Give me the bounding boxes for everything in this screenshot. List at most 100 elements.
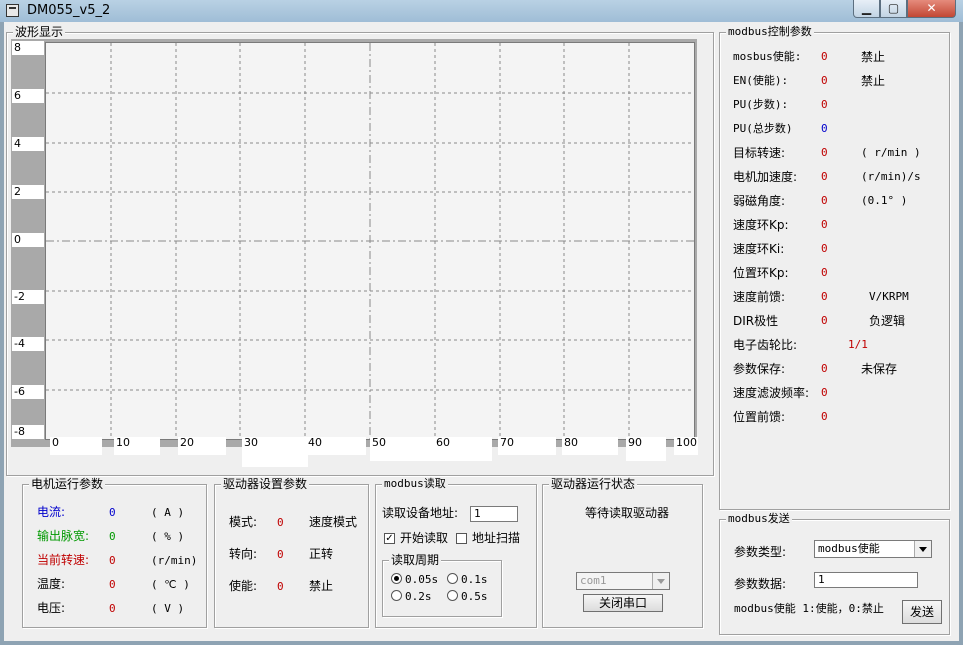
x-tick: 80 — [562, 437, 618, 455]
dir-polarity-value: 0 — [821, 314, 828, 327]
send-button[interactable]: 发送 — [902, 600, 942, 624]
temperature-unit: ( ℃ ) — [151, 578, 190, 591]
speed-ki-label: 速度环Ki: — [733, 242, 785, 256]
minimize-button[interactable]: ▁ — [853, 0, 880, 18]
mode-label: 模式: — [229, 515, 258, 529]
app-icon — [6, 4, 19, 17]
read-period-group: 读取周期 0.05s 0.1s 0.2s 0.5s — [382, 553, 502, 617]
modbus-control-legend: modbus控制参数 — [726, 25, 814, 39]
en-value: 0 — [821, 74, 828, 87]
close-button[interactable]: ✕ — [907, 0, 956, 18]
pu-total-steps-label: PU(总步数) — [733, 122, 793, 135]
y-tick: -6 — [12, 385, 44, 399]
speed-ki-value: 0 — [821, 242, 828, 255]
driver-status-group: 驱动器运行状态 等待读取驱动器 com1 关闭串口 — [542, 477, 703, 628]
flux-angle-unit: (0.1° ) — [861, 194, 908, 207]
param-data-input[interactable]: 1 — [814, 572, 918, 588]
speed-feedforward-value: 0 — [821, 290, 828, 303]
pu-total-steps-value: 0 — [821, 122, 828, 135]
period-radio-0-5s[interactable] — [447, 590, 458, 601]
pulse-width-label: 输出脉宽: — [37, 529, 90, 543]
pu-steps-value: 0 — [821, 98, 828, 111]
mode-value: 0 — [277, 516, 284, 529]
voltage-unit: ( V ) — [151, 602, 185, 615]
driver-settings-group: 驱动器设置参数 模式: 0 速度模式 转向: 0 正转 使能: 0 禁止 — [214, 477, 369, 628]
dir-polarity-desc: 负逻辑 — [869, 314, 906, 328]
direction-desc: 正转 — [309, 547, 334, 561]
position-feedforward-label: 位置前馈: — [733, 410, 786, 424]
param-type-select[interactable]: modbus使能 — [814, 540, 932, 558]
close-port-button[interactable]: 关闭串口 — [583, 594, 663, 612]
motor-params-legend: 电机运行参数 — [29, 477, 106, 491]
x-tick: 0 — [50, 437, 102, 455]
x-tick: 10 — [114, 437, 160, 455]
modbus-read-group: modbus读取 读取设备地址: 1 ✓ 开始读取 地址扫描 读取周期 0.05… — [375, 477, 537, 628]
minimize-icon: ▁ — [861, 1, 872, 15]
target-speed-label: 目标转速: — [733, 146, 786, 160]
current-value: 0 — [109, 506, 116, 519]
y-tick: 8 — [12, 41, 44, 55]
temperature-label: 温度: — [37, 577, 66, 591]
param-save-label: 参数保存: — [733, 362, 786, 376]
address-scan-checkbox[interactable] — [456, 533, 467, 544]
param-type-value: modbus使能 — [818, 542, 880, 555]
x-tick: 20 — [178, 437, 226, 455]
param-save-value: 0 — [821, 362, 828, 375]
current-label: 电流: — [37, 505, 66, 519]
start-read-label: 开始读取 — [400, 531, 449, 545]
period-radio-0-2s[interactable] — [391, 590, 402, 601]
period-label-0-1s: 0.1s — [461, 573, 488, 586]
flux-angle-value: 0 — [821, 194, 828, 207]
pulse-width-value: 0 — [109, 530, 116, 543]
waveform-grid — [46, 43, 694, 439]
acceleration-label: 电机加速度: — [733, 170, 798, 184]
temperature-value: 0 — [109, 578, 116, 591]
speed-feedforward-unit: V/KRPM — [869, 290, 909, 303]
target-speed-value: 0 — [821, 146, 828, 159]
chevron-down-icon — [652, 573, 669, 589]
acceleration-value: 0 — [821, 170, 828, 183]
client-area: 波形显示 8 6 4 2 0 -2 -4 -6 -8 0 10 20 30 40… — [4, 22, 959, 641]
driver-settings-legend: 驱动器设置参数 — [221, 477, 310, 491]
device-address-label: 读取设备地址: — [382, 506, 459, 520]
dir-polarity-label: DIR极性 — [733, 314, 779, 328]
voltage-value: 0 — [109, 602, 116, 615]
speed-kp-value: 0 — [821, 218, 828, 231]
target-speed-unit: ( r/min ) — [861, 146, 921, 159]
speed-value: 0 — [109, 554, 116, 567]
gear-ratio-label: 电子齿轮比: — [733, 338, 798, 352]
direction-label: 转向: — [229, 547, 258, 561]
y-tick: -8 — [12, 425, 44, 439]
waveform-legend: 波形显示 — [13, 25, 66, 39]
y-tick: 2 — [12, 185, 44, 199]
y-tick: 0 — [12, 233, 44, 247]
speed-filter-value: 0 — [821, 386, 828, 399]
mosbus-enable-value: 0 — [821, 50, 828, 63]
device-address-input[interactable]: 1 — [470, 506, 518, 522]
driver-status-text: 等待读取驱动器 — [585, 506, 670, 520]
maximize-button[interactable]: ▢ — [880, 0, 907, 18]
position-kp-value: 0 — [821, 266, 828, 279]
flux-angle-label: 弱磁角度: — [733, 194, 786, 208]
acceleration-unit: (r/min)/s — [861, 170, 921, 183]
start-read-checkbox[interactable]: ✓ — [384, 533, 395, 544]
x-tick: 30 — [242, 437, 308, 467]
close-icon: ✕ — [926, 1, 937, 15]
en-label: EN(使能): — [733, 74, 789, 87]
speed-label: 当前转速: — [37, 553, 90, 567]
maximize-icon: ▢ — [887, 1, 900, 15]
y-tick: -2 — [12, 290, 44, 304]
x-tick: 40 — [306, 437, 366, 455]
serial-port-select[interactable]: com1 — [576, 572, 670, 590]
period-radio-0-05s[interactable] — [391, 573, 402, 584]
window-title: DM055_v5_2 — [27, 3, 111, 18]
mosbus-enable-desc: 禁止 — [861, 50, 886, 64]
param-save-desc: 未保存 — [861, 362, 898, 376]
current-unit: ( A ) — [151, 506, 185, 519]
speed-feedforward-label: 速度前馈: — [733, 290, 786, 304]
speed-filter-label: 速度滤波频率: — [733, 386, 810, 400]
x-tick: 60 — [434, 437, 492, 461]
modbus-send-group: modbus发送 参数类型: modbus使能 参数数据: 1 modbus使能… — [719, 512, 950, 635]
period-radio-0-1s[interactable] — [447, 573, 458, 584]
y-tick: 6 — [12, 89, 44, 103]
